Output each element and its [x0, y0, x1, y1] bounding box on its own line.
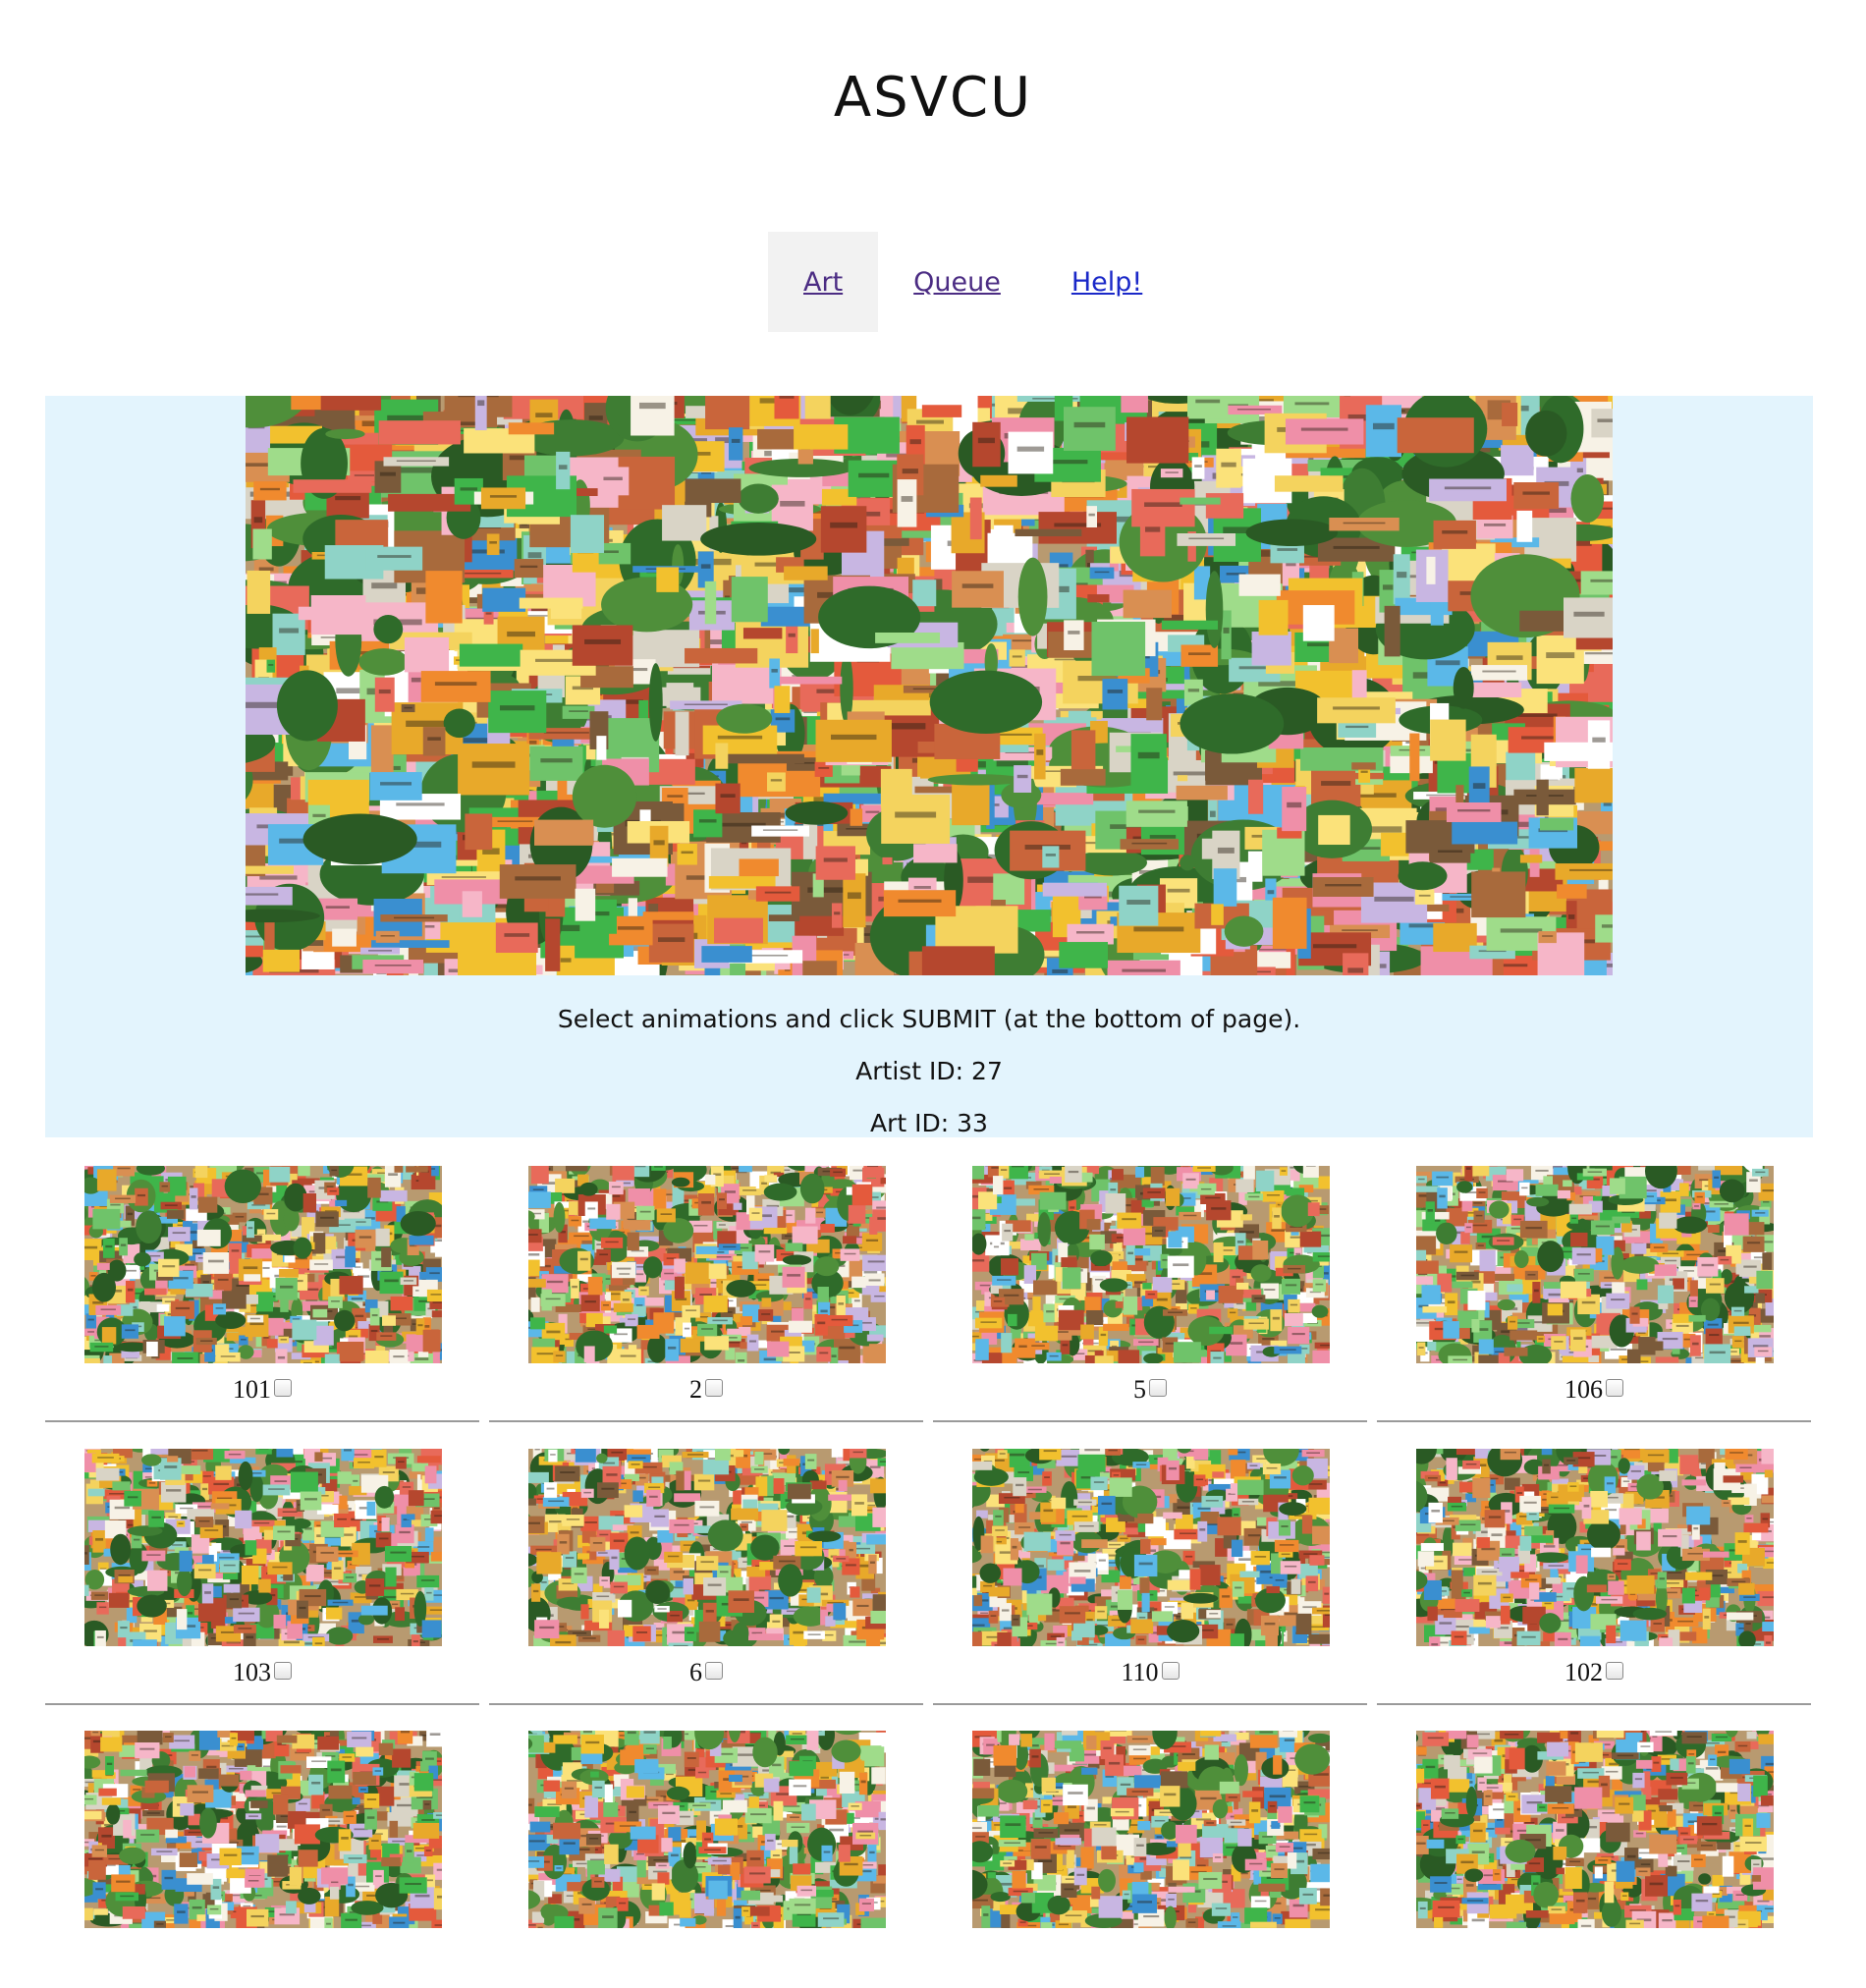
animation-number: 2: [689, 1375, 702, 1404]
animation-thumbnail[interactable]: [1416, 1166, 1774, 1363]
animation-thumbnail[interactable]: [84, 1449, 442, 1646]
animation-thumbnail[interactable]: [972, 1731, 1330, 1928]
animation-tile: 110: [933, 1449, 1367, 1706]
animation-thumbnail[interactable]: [972, 1449, 1330, 1646]
animation-checkbox[interactable]: [1162, 1662, 1180, 1680]
animation-number: 110: [1121, 1658, 1158, 1686]
animation-checkbox[interactable]: [1606, 1379, 1623, 1397]
animation-checkbox[interactable]: [1149, 1379, 1167, 1397]
animation-checkbox[interactable]: [274, 1379, 292, 1397]
animation-number: 102: [1564, 1658, 1603, 1686]
animation-thumbnail[interactable]: [528, 1166, 886, 1363]
nav-item-queue[interactable]: Queue: [878, 232, 1036, 332]
animation-tile: [933, 1731, 1367, 1988]
animation-checkbox[interactable]: [274, 1662, 292, 1680]
animation-tile: 6: [489, 1449, 923, 1706]
animation-thumbnail[interactable]: [1416, 1731, 1774, 1928]
art-info-panel: Select animations and click SUBMIT (at t…: [45, 396, 1813, 1137]
animation-number: 101: [233, 1375, 271, 1404]
animation-tile: 101: [45, 1166, 479, 1423]
artist-id: Artist ID: 27: [45, 1057, 1813, 1085]
animation-tile: [489, 1731, 923, 1988]
animation-tile: [1377, 1731, 1811, 1988]
main-nav: Art Queue Help!: [768, 232, 1178, 332]
animation-thumbnail[interactable]: [84, 1166, 442, 1363]
animation-number: 106: [1564, 1375, 1603, 1404]
animation-tile: [45, 1731, 479, 1988]
animation-tile: 102: [1377, 1449, 1811, 1706]
nav-item-help[interactable]: Help!: [1036, 232, 1178, 332]
animation-tile: 5: [933, 1166, 1367, 1423]
divider: [1377, 1420, 1811, 1422]
animation-number: 5: [1133, 1375, 1146, 1404]
divider: [489, 1420, 923, 1422]
animation-checkbox[interactable]: [705, 1379, 723, 1397]
art-id: Art ID: 33: [45, 1109, 1813, 1137]
divider: [933, 1703, 1367, 1705]
animation-thumbnail[interactable]: [528, 1449, 886, 1646]
hero-artwork-image: [246, 396, 1613, 975]
divider: [45, 1420, 479, 1422]
instruction-text: Select animations and click SUBMIT (at t…: [45, 1005, 1813, 1033]
animation-thumbnail[interactable]: [84, 1731, 442, 1928]
animation-checkbox[interactable]: [1606, 1662, 1623, 1680]
animation-tile: 106: [1377, 1166, 1811, 1423]
animation-number: 6: [689, 1658, 702, 1686]
nav-item-art[interactable]: Art: [768, 232, 878, 332]
divider: [489, 1703, 923, 1705]
animation-number: 103: [233, 1658, 271, 1686]
animation-thumbnail[interactable]: [972, 1166, 1330, 1363]
animation-checkbox[interactable]: [705, 1662, 723, 1680]
animation-thumbnail[interactable]: [1416, 1449, 1774, 1646]
divider: [45, 1703, 479, 1705]
animation-thumbnail[interactable]: [528, 1731, 886, 1928]
animation-tile: 2: [489, 1166, 923, 1423]
site-title: ASVCU: [0, 61, 1866, 136]
animation-tile: 103: [45, 1449, 479, 1706]
divider: [1377, 1703, 1811, 1705]
divider: [933, 1420, 1367, 1422]
